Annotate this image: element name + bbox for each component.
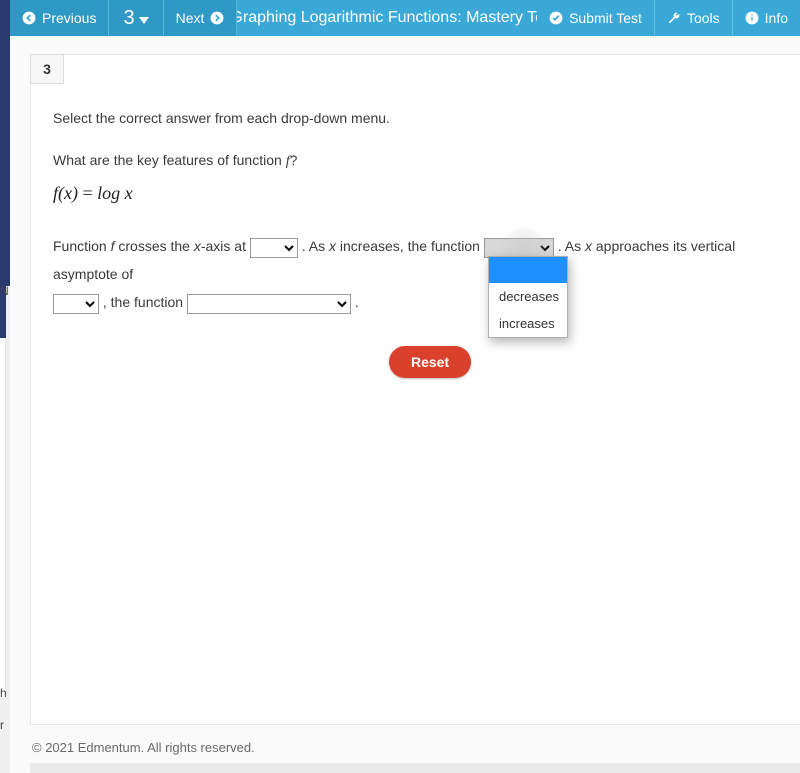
text-frag-ital-x2: x <box>329 238 336 254</box>
fill-in-sentence: Function f crosses the x-axis at . As x … <box>53 232 778 316</box>
page-title: Graphing Logarithmic Functions: Mastery … <box>237 0 537 36</box>
chevron-down-icon <box>139 17 149 24</box>
side-panel-bg-3 <box>0 338 6 698</box>
text-frag-3: -axis at <box>201 238 250 254</box>
text-frag-5: increases, the function <box>336 238 484 254</box>
top-toolbar: Previous 3 Next Graphing Logarithmic Fun… <box>10 0 800 36</box>
side-panel-bg <box>0 0 10 286</box>
formula-display: f(x) = log x <box>53 181 778 206</box>
previous-label: Previous <box>42 10 96 26</box>
dropdown-option-increases[interactable]: increases <box>489 310 567 337</box>
instruction-text: Select the correct answer from each drop… <box>53 109 778 129</box>
dropdown-option-decreases[interactable]: decreases <box>489 283 567 310</box>
dropdown-option-blank[interactable] <box>489 257 567 283</box>
check-circle-icon <box>549 11 563 25</box>
question-body: Select the correct answer from each drop… <box>31 55 800 398</box>
text-frag-ital-x3: x <box>585 238 592 254</box>
wrench-icon <box>667 11 681 25</box>
answer-dropdown-3[interactable] <box>53 294 99 314</box>
prompt-pre: What are the key features of function <box>53 152 286 168</box>
question-number-nav-value: 3 <box>123 7 134 30</box>
formula-eq: = <box>78 183 97 203</box>
question-number-tab: 3 <box>30 54 64 84</box>
arrow-left-icon <box>22 11 36 25</box>
cropped-letter-r: r <box>0 718 4 732</box>
answer-dropdown-4[interactable] <box>187 294 351 314</box>
next-label: Next <box>176 10 205 26</box>
text-frag: Function <box>53 238 111 254</box>
text-frag-9: . <box>355 294 359 310</box>
previous-button[interactable]: Previous <box>10 0 109 36</box>
arrow-right-icon <box>210 11 224 25</box>
content-area: 3 Select the correct answer from each dr… <box>10 36 800 773</box>
app-frame: Previous 3 Next Graphing Logarithmic Fun… <box>10 0 800 773</box>
text-frag-4: . As <box>302 238 329 254</box>
prompt-text: What are the key features of function f? <box>53 151 778 172</box>
text-frag-ital-x: x <box>194 238 201 254</box>
question-panel: 3 Select the correct answer from each dr… <box>30 54 800 725</box>
prompt-post: ? <box>290 152 298 168</box>
text-frag-2: crosses the <box>114 238 193 254</box>
info-icon <box>745 11 759 25</box>
text-frag-8: , the function <box>103 294 187 310</box>
reset-wrap: Reset <box>389 346 778 378</box>
next-button[interactable]: Next <box>164 0 238 36</box>
formula-lhs: f(x) <box>53 183 78 203</box>
submit-test-button[interactable]: Submit Test <box>537 0 655 36</box>
formula-rhs: log x <box>97 183 133 203</box>
answer-dropdown-2[interactable] <box>484 238 554 258</box>
cropped-letter-n: N <box>0 284 9 298</box>
answer-dropdown-1[interactable] <box>250 238 298 258</box>
question-number-nav[interactable]: 3 <box>109 0 163 36</box>
reset-button[interactable]: Reset <box>389 346 471 378</box>
dropdown-popup: decreases increases <box>488 256 568 338</box>
info-label: Info <box>765 10 788 26</box>
info-button[interactable]: Info <box>733 0 800 36</box>
tools-label: Tools <box>687 10 720 26</box>
text-frag-6: . As <box>558 238 585 254</box>
tools-button[interactable]: Tools <box>655 0 733 36</box>
cropped-letter-h: h <box>0 686 7 700</box>
bottom-scrollbar-track[interactable] <box>30 763 800 773</box>
submit-test-label: Submit Test <box>569 10 642 26</box>
footer-copyright: © 2021 Edmentum. All rights reserved. <box>30 733 800 761</box>
